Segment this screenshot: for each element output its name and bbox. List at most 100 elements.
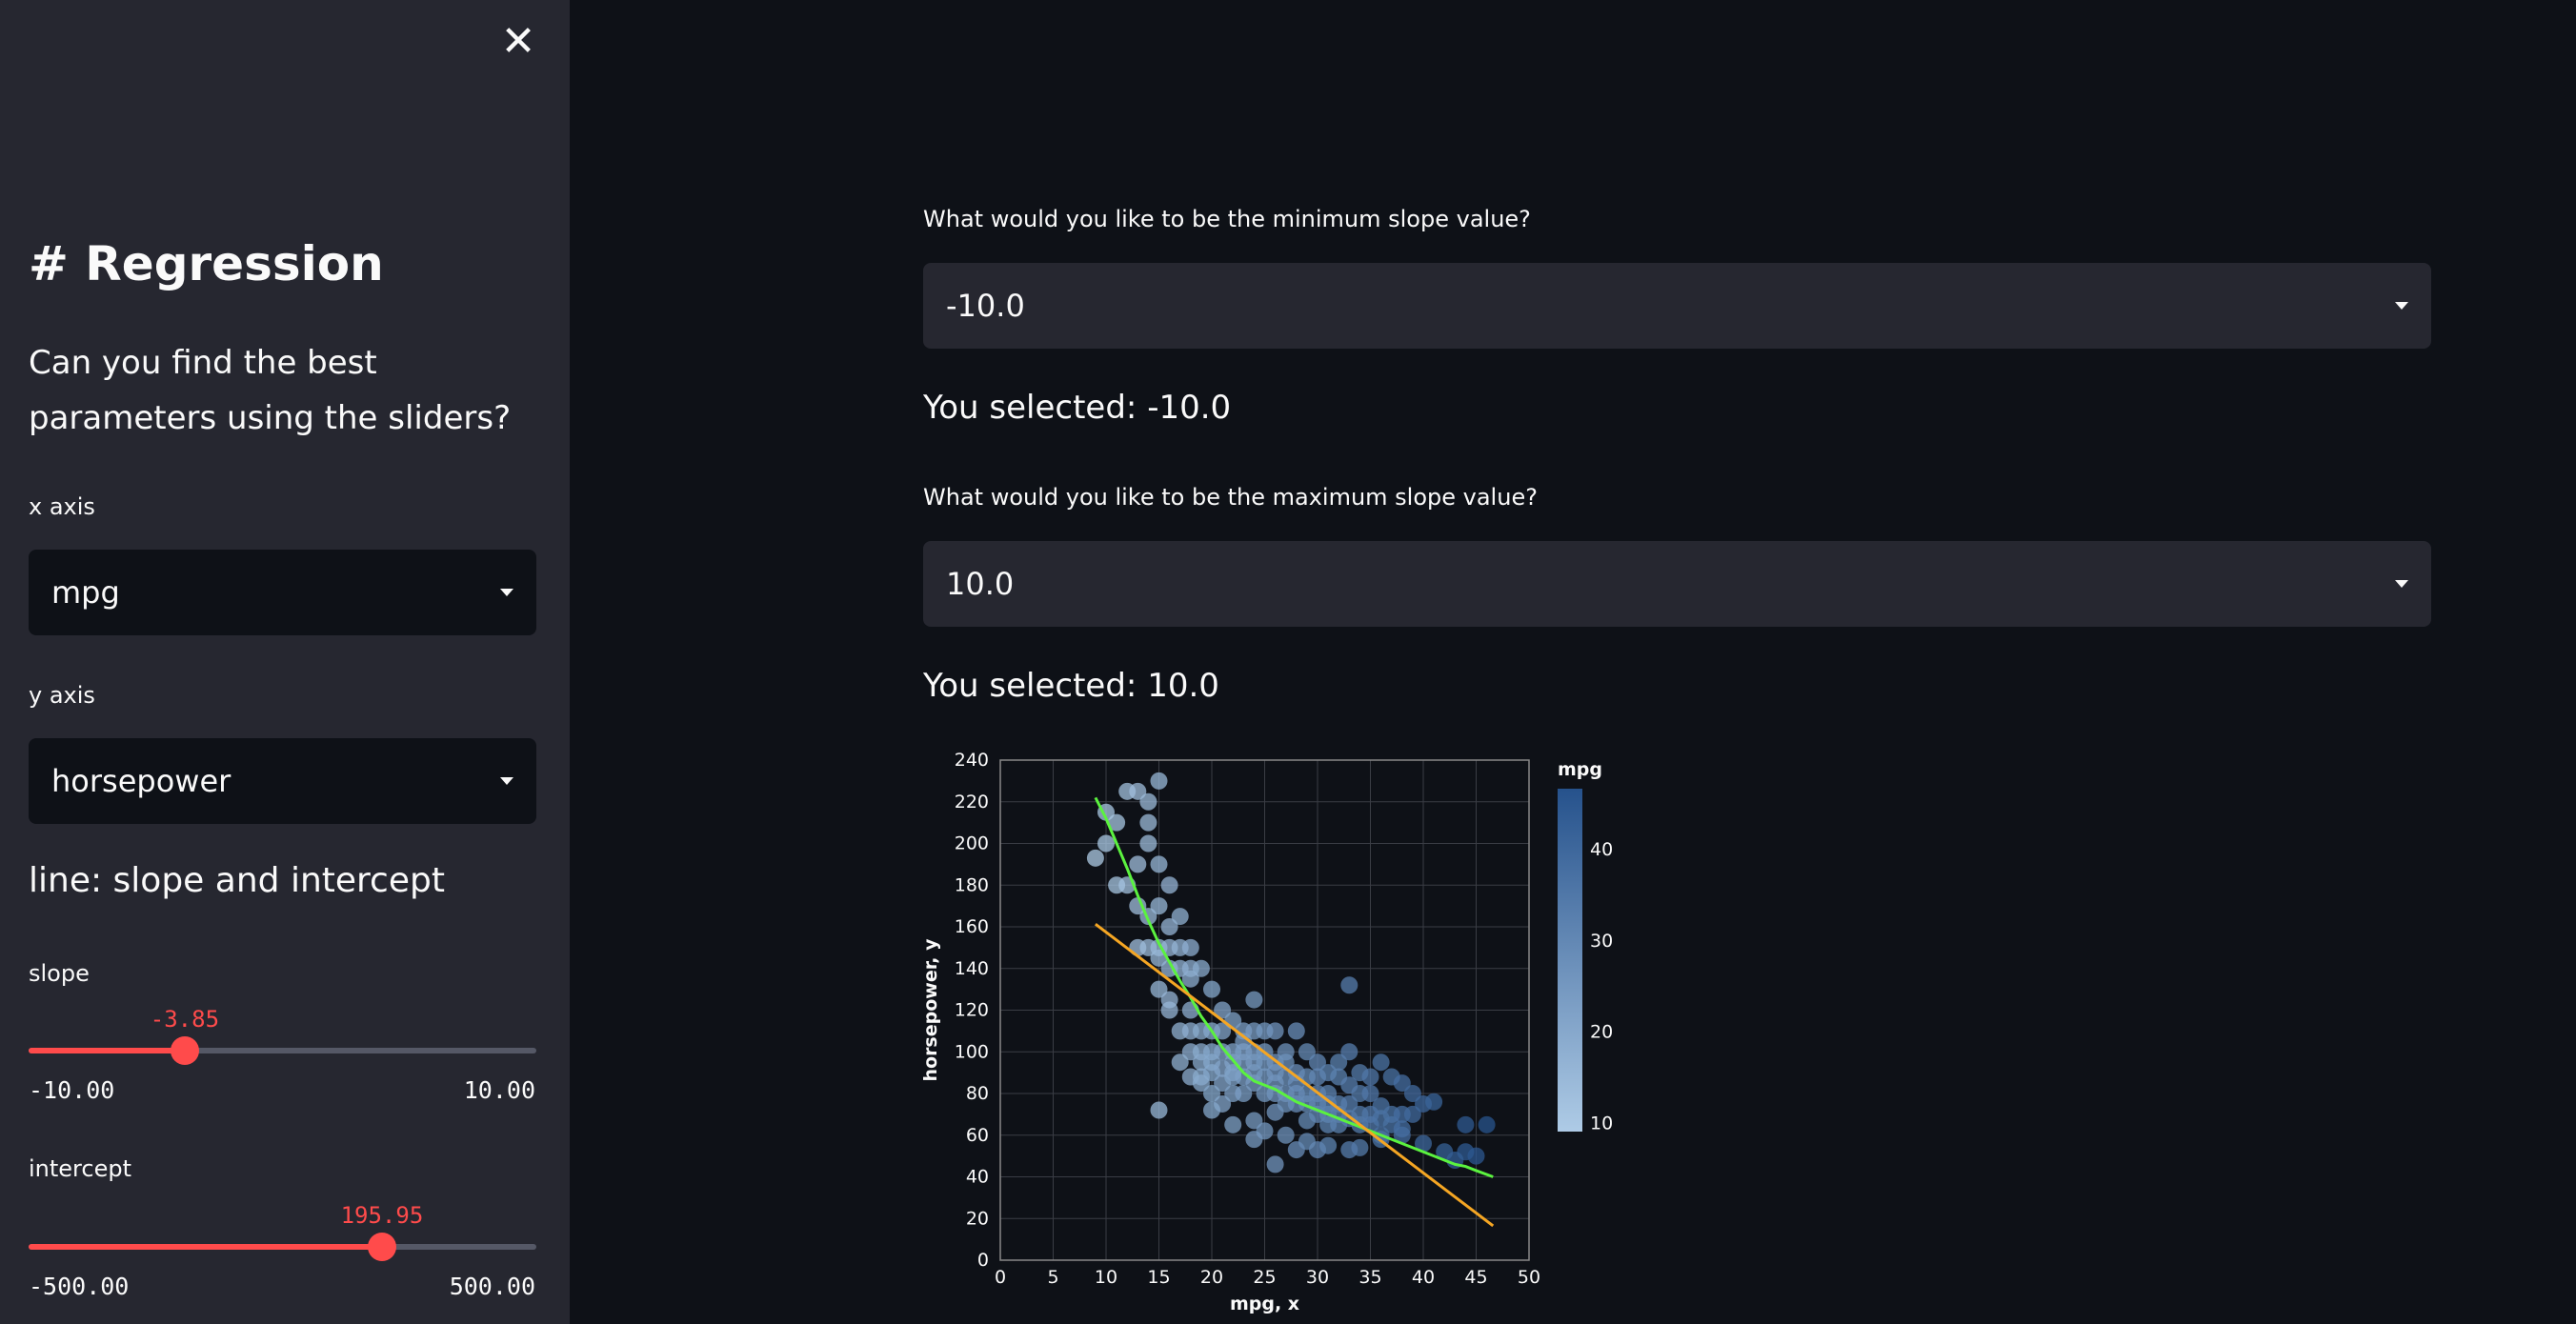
scatter-point <box>1478 1115 1496 1133</box>
x-axis-value: mpg <box>51 574 120 611</box>
color-legend-title: mpg <box>1558 759 1602 780</box>
intercept-value: 195.95 <box>340 1202 424 1229</box>
scatter-point <box>1340 976 1358 994</box>
scatter-point <box>1139 834 1157 853</box>
y-tick-label: 220 <box>955 792 989 812</box>
scatter-point <box>1319 1136 1338 1154</box>
scatter-point <box>1351 1138 1369 1156</box>
y-tick-label: 80 <box>966 1083 989 1104</box>
slope-min: -10.00 <box>29 1076 115 1104</box>
intercept-max: 500.00 <box>449 1273 535 1300</box>
x-tick-label: 40 <box>1412 1267 1435 1288</box>
chevron-down-icon <box>500 589 513 596</box>
x-axis-label: x axis <box>29 493 95 520</box>
color-legend-tick: 30 <box>1590 931 1613 952</box>
scatter-point <box>1340 1043 1358 1061</box>
scatter-point <box>1150 772 1168 790</box>
scatter-point <box>1277 1126 1295 1144</box>
color-legend-tick: 20 <box>1590 1022 1613 1043</box>
scatter-point <box>1181 970 1199 988</box>
scatter-point <box>1266 1155 1284 1174</box>
line-params-heading: line: slope and intercept <box>29 861 445 900</box>
x-tick-label: 50 <box>1518 1267 1540 1288</box>
x-tick-label: 5 <box>1047 1267 1058 1288</box>
scatter-point <box>1160 991 1178 1009</box>
scatter-point <box>1266 1022 1284 1040</box>
chevron-down-icon <box>2395 580 2408 588</box>
scatter-point <box>1160 876 1178 894</box>
scatter-point <box>1129 855 1147 873</box>
regression-chart[interactable]: 0 5 10 15 20 25 30 35 40 45 50 0 20 40 60 80 100 120 140 16… <box>915 743 1639 1324</box>
intercept-slider[interactable] <box>29 1233 536 1261</box>
scatter-point <box>1287 1022 1305 1040</box>
slope-slider[interactable] <box>29 1036 536 1065</box>
color-legend-tick: 10 <box>1590 1113 1613 1133</box>
min-slope-value: -10.0 <box>946 288 1025 324</box>
scatter-point <box>1457 1115 1475 1133</box>
scatter-point <box>1097 834 1115 853</box>
sidebar-heading: # Regression <box>29 236 384 291</box>
x-tick-label: 15 <box>1147 1267 1170 1288</box>
scatter-point <box>1086 849 1104 867</box>
slope-value: -3.85 <box>150 1006 220 1033</box>
scatter-point <box>1150 1101 1168 1119</box>
scatter-point <box>1467 1147 1485 1165</box>
slope-max: 10.00 <box>463 1076 535 1104</box>
x-tick-label: 0 <box>995 1267 1006 1288</box>
x-tick-label: 35 <box>1358 1267 1381 1288</box>
color-legend-tick: 40 <box>1590 839 1613 860</box>
scatter-point <box>1203 1101 1220 1119</box>
y-tick-label: 40 <box>966 1167 989 1188</box>
y-axis-select[interactable]: horsepower <box>29 738 536 824</box>
chevron-down-icon <box>2395 302 2408 310</box>
y-tick-label: 180 <box>955 874 989 895</box>
intercept-min: -500.00 <box>29 1273 130 1300</box>
scatter-point <box>1245 991 1263 1009</box>
min-slope-select[interactable]: -10.0 <box>923 263 2431 349</box>
y-tick-label: 200 <box>955 833 989 854</box>
max-slope-label: What would you like to be the maximum sl… <box>923 484 1538 511</box>
y-tick-label: 60 <box>966 1125 989 1146</box>
scatter-point <box>1139 813 1157 832</box>
intercept-slider-thumb[interactable] <box>367 1233 396 1261</box>
scatter-point <box>1372 1053 1390 1072</box>
y-tick-label: 100 <box>955 1041 989 1062</box>
x-tick-label: 25 <box>1253 1267 1276 1288</box>
scatter-point <box>1203 1085 1220 1102</box>
y-tick-label: 0 <box>977 1250 989 1271</box>
intercept-label: intercept <box>29 1155 131 1182</box>
intercept-slider-fill <box>29 1244 382 1250</box>
y-axis-label: y axis <box>29 682 95 709</box>
y-axis-title: horsepower, y <box>920 938 941 1082</box>
scatter-point <box>1298 1133 1316 1151</box>
y-tick-label: 160 <box>955 916 989 937</box>
y-tick-label: 240 <box>955 750 989 771</box>
close-sidebar-icon[interactable]: ✕ <box>499 21 537 63</box>
scatter-point <box>1425 1093 1443 1111</box>
scatter-point <box>1150 855 1168 873</box>
x-tick-label: 30 <box>1306 1267 1329 1288</box>
x-axis-title: mpg, x <box>1230 1294 1299 1314</box>
regression-line <box>1094 922 1495 1228</box>
y-tick-label: 140 <box>955 958 989 979</box>
min-slope-label: What would you like to be the minimum sl… <box>923 206 1531 232</box>
y-tick-label: 120 <box>955 1000 989 1021</box>
scatter-point <box>1256 1122 1274 1140</box>
slope-slider-thumb[interactable] <box>170 1036 199 1065</box>
slope-slider-fill <box>29 1048 185 1053</box>
x-axis-select[interactable]: mpg <box>29 550 536 635</box>
max-slope-select[interactable]: 10.0 <box>923 541 2431 627</box>
scatter-point <box>1224 1115 1242 1133</box>
sidebar: ✕ # Regression Can you find the best par… <box>0 0 570 1324</box>
scatter-point <box>1139 792 1157 811</box>
chevron-down-icon <box>500 777 513 785</box>
slope-label: slope <box>29 960 90 987</box>
scatter-point <box>1203 980 1220 998</box>
scatter-point <box>1181 938 1199 956</box>
scatter-point <box>1150 897 1168 915</box>
x-tick-label: 45 <box>1464 1267 1487 1288</box>
scatter-point <box>1171 1053 1189 1072</box>
sidebar-prompt: Can you find the best parameters using t… <box>29 344 512 437</box>
color-legend-bar <box>1558 789 1582 1132</box>
y-axis-value: horsepower <box>51 763 231 799</box>
